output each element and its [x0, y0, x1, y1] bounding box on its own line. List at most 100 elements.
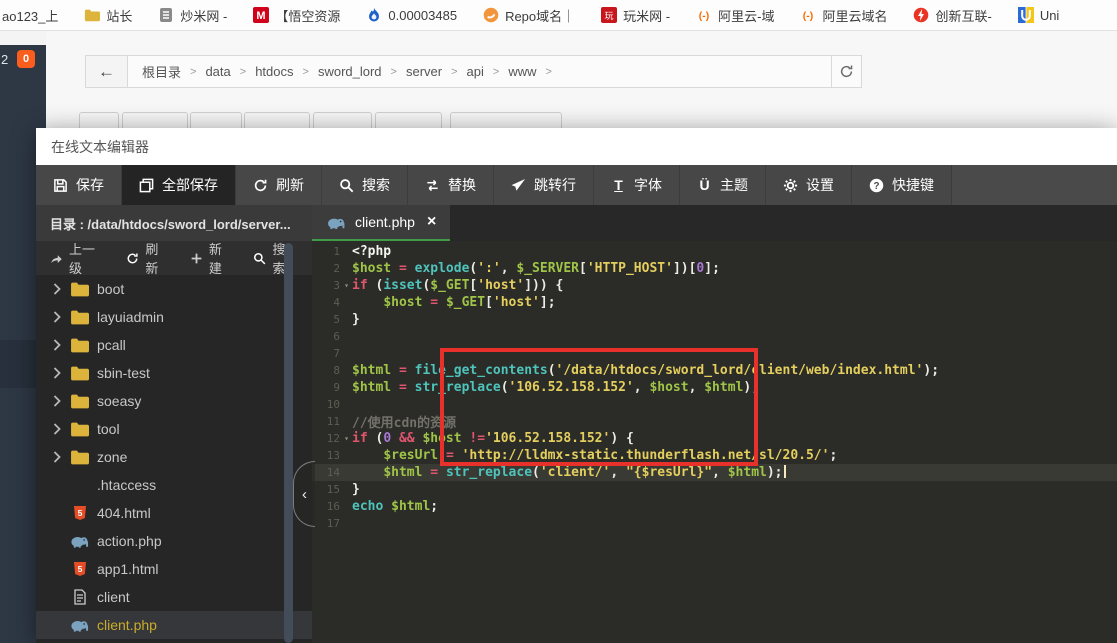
chevron-right-icon[interactable] — [52, 283, 62, 295]
tree-scrollbar[interactable] — [284, 243, 293, 643]
toolbar-button-goto[interactable]: 跳转行 — [494, 165, 594, 205]
chevron-right-icon[interactable] — [52, 367, 62, 379]
bookmark-item[interactable]: 0.00003485 — [353, 7, 470, 23]
code-line-5[interactable]: 5} — [312, 311, 1117, 328]
code-line-16[interactable]: 16echo $html; — [312, 498, 1117, 515]
chevron-right-icon[interactable] — [52, 339, 62, 351]
tree-folder-tool[interactable]: tool — [36, 415, 312, 443]
tree-folder-sbin-test[interactable]: sbin-test — [36, 359, 312, 387]
tree-action-refresh[interactable]: 刷新 — [126, 239, 171, 277]
tree-file-404.html[interactable]: 5404.html — [36, 499, 312, 527]
bookmark-item[interactable]: 炒米网 - — [145, 6, 240, 25]
code-line-15[interactable]: 15} — [312, 481, 1117, 498]
chevron-right-icon[interactable] — [52, 395, 62, 407]
code-line-3[interactable]: 3▾if (isset($_GET['host'])) { — [312, 277, 1117, 294]
tree-file-action.php[interactable]: action.php — [36, 527, 312, 555]
notification-badge[interactable]: 0 — [17, 50, 35, 68]
code-text: $host = $_GET['host']; — [348, 295, 556, 310]
doc-icon — [70, 589, 89, 605]
tree-item-label: sbin-test — [97, 365, 150, 381]
toolbar-button-search[interactable]: 搜索 — [322, 165, 408, 205]
folder-icon — [84, 7, 100, 23]
toolbar-button-help[interactable]: ?快捷键 — [852, 165, 952, 205]
tree-folder-zone[interactable]: zone — [36, 443, 312, 471]
tree-folder-layuiadmin[interactable]: layuiadmin — [36, 303, 312, 331]
chevron-right-icon[interactable] — [52, 311, 62, 323]
bookmark-item[interactable]: ao123_上 — [0, 6, 71, 25]
tree-file-client.php[interactable]: client.php — [36, 611, 312, 639]
toolbar-button-refresh[interactable]: 刷新 — [236, 165, 322, 205]
breadcrumb-item[interactable]: www — [508, 64, 536, 79]
breadcrumb-item[interactable]: 根目录 — [142, 62, 181, 81]
tab-client-php[interactable]: client.php × — [312, 205, 450, 241]
fold-caret-icon[interactable]: ▾ — [344, 434, 349, 443]
code-line-13[interactable]: 13 $resUrl = 'http://lldmx-static.thunde… — [312, 447, 1117, 464]
tree-file-app1.html[interactable]: 5app1.html — [36, 555, 312, 583]
toolbar-button-theme[interactable]: Ü主题 — [680, 165, 766, 205]
bookmark-item[interactable]: M【悟空资源 — [240, 6, 353, 25]
code-line-1[interactable]: 1<?php — [312, 243, 1117, 260]
fold-caret-icon[interactable]: ▾ — [344, 281, 349, 290]
font-icon: T — [611, 178, 626, 193]
code-text: //使用cdn的资源 — [348, 412, 456, 431]
toolbar-button-label: 全部保存 — [162, 175, 218, 195]
breadcrumb-item[interactable]: server — [406, 64, 442, 79]
code-line-4[interactable]: 4 $host = $_GET['host']; — [312, 294, 1117, 311]
line-number: 8 — [312, 364, 348, 377]
line-number: 15 — [312, 483, 348, 496]
bookmark-item[interactable]: 创新互联- — [900, 6, 1004, 25]
tree-file-.htaccess[interactable]: .htaccess — [36, 471, 312, 499]
code-line-7[interactable]: 7 — [312, 345, 1117, 362]
toolbar-button-gear[interactable]: 设置 — [766, 165, 852, 205]
folder-icon — [70, 449, 89, 465]
code-line-6[interactable]: 6 — [312, 328, 1117, 345]
bookmark-item[interactable]: (-)阿里云域名 — [787, 6, 900, 25]
svg-text:(-): (-) — [803, 11, 813, 22]
chevron-right-icon[interactable] — [52, 451, 62, 463]
line-number: 4 — [312, 296, 348, 309]
code-line-11[interactable]: 11//使用cdn的资源 — [312, 413, 1117, 430]
tree-folder-boot[interactable]: boot — [36, 275, 312, 303]
toolbar-button-save[interactable]: 保存 — [36, 165, 122, 205]
tree-folder-soeasy[interactable]: soeasy — [36, 387, 312, 415]
bookmark-item[interactable]: 玩玩米网 - — [588, 6, 683, 25]
breadcrumb-item[interactable]: htdocs — [255, 64, 293, 79]
php-icon — [70, 617, 89, 633]
svg-text:(-): (-) — [699, 11, 709, 22]
toolbar-button-save-all[interactable]: 全部保存 — [122, 165, 236, 205]
code-line-10[interactable]: 10 — [312, 396, 1117, 413]
code-line-8[interactable]: 8$html = file_get_contents('/data/htdocs… — [312, 362, 1117, 379]
code-editor[interactable]: 1<?php2$host = explode(':', $_SERVER['HT… — [312, 241, 1117, 643]
tree-action-plus[interactable]: 新建 — [190, 239, 235, 277]
toolbar-button-replace[interactable]: 替换 — [408, 165, 494, 205]
bookmark-item[interactable]: Repo域名｜ — [470, 6, 588, 25]
code-line-2[interactable]: 2$host = explode(':', $_SERVER['HTTP_HOS… — [312, 260, 1117, 277]
bookmark-item[interactable]: (-)阿里云-域 — [683, 6, 787, 25]
line-number: 10 — [312, 398, 348, 411]
breadcrumb-item[interactable]: api — [467, 64, 484, 79]
line-number: 3▾ — [312, 279, 348, 292]
tree-item-label: boot — [97, 281, 124, 297]
code-line-9[interactable]: 9$html = str_replace('106.52.158.152', $… — [312, 379, 1117, 396]
code-line-17[interactable]: 17 — [312, 515, 1117, 532]
breadcrumb-item[interactable]: data — [205, 64, 230, 79]
tree-file-client[interactable]: client — [36, 583, 312, 611]
bookmark-item[interactable]: Uni — [1005, 7, 1073, 23]
close-tab-icon[interactable]: × — [427, 214, 436, 230]
tree-action-up[interactable]: 上一级 — [50, 239, 107, 277]
tree-folder-pcall[interactable]: pcall — [36, 331, 312, 359]
folder-icon — [70, 309, 89, 325]
collapse-panel-handle[interactable]: ‹ — [293, 461, 315, 527]
chevron-right-icon[interactable] — [52, 423, 62, 435]
toolbar-button-font[interactable]: T字体 — [594, 165, 680, 205]
code-line-14[interactable]: 14 $html = str_replace('client/', "{$res… — [312, 464, 1117, 481]
code-line-12[interactable]: 12▾if (0 && $host !='106.52.158.152') { — [312, 430, 1117, 447]
bookmark-item[interactable]: 站长 — [71, 6, 145, 25]
breadcrumb-separator: > — [303, 66, 309, 78]
refresh-button[interactable] — [831, 56, 861, 87]
code-text: $host = explode(':', $_SERVER['HTTP_HOST… — [348, 261, 720, 276]
svg-text:5: 5 — [77, 508, 82, 518]
back-button[interactable]: ← — [86, 56, 128, 87]
breadcrumb-item[interactable]: sword_lord — [318, 64, 382, 79]
tree-action-label: 新建 — [209, 239, 235, 277]
